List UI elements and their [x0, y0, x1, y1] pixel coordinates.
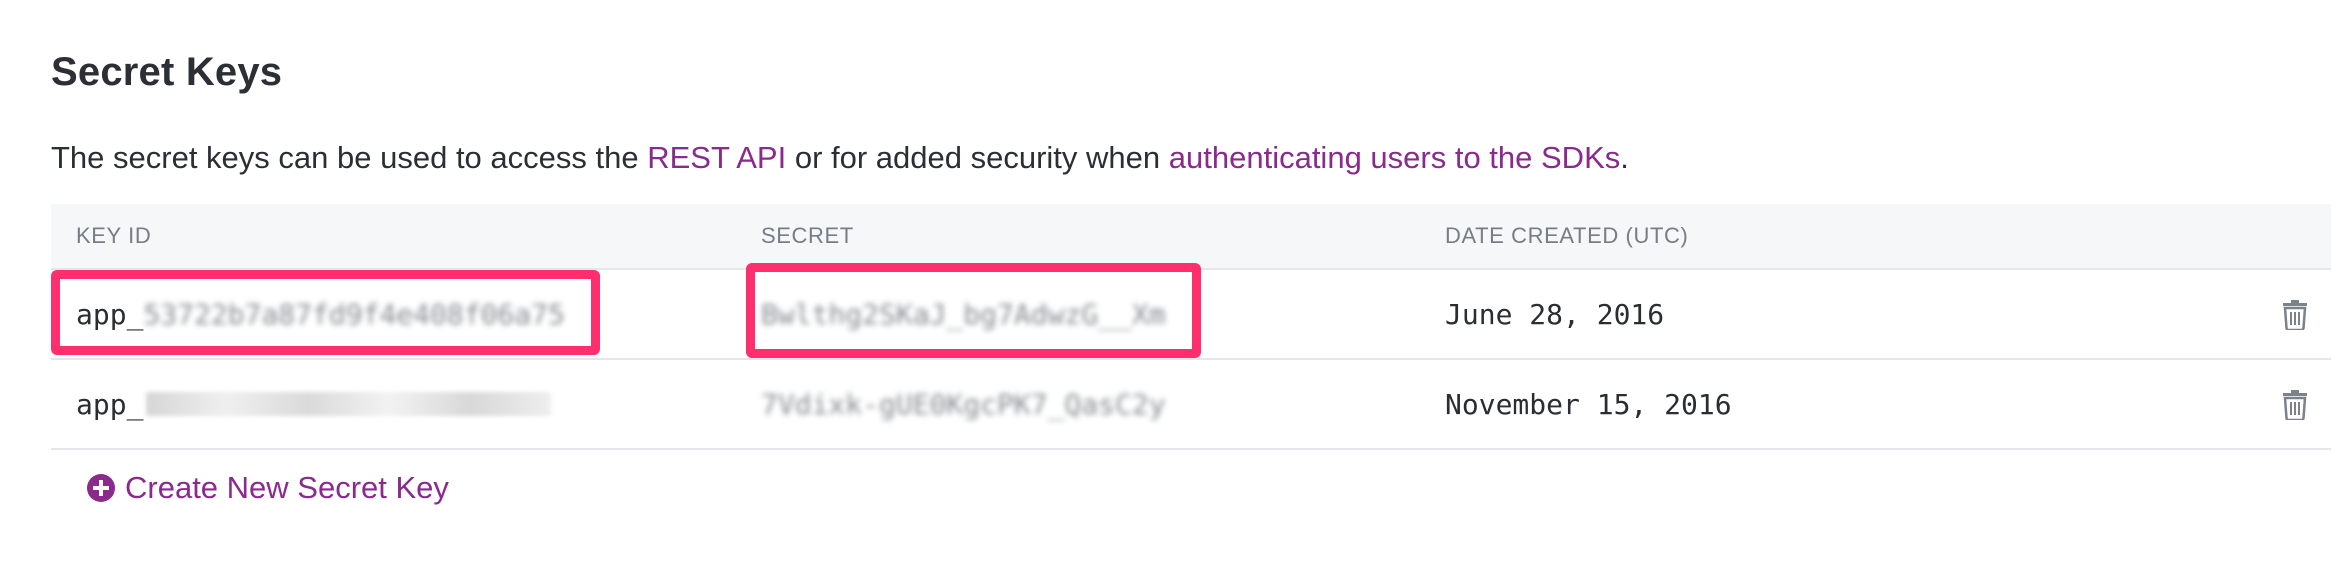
key-id-value: 53722b7a87fd9f4e408f06a75	[143, 297, 565, 331]
create-new-secret-key-label: Create New Secret Key	[125, 470, 449, 505]
secret-cell: Bwlthg2SKaJ_bg7AdwzG__Xm	[761, 270, 1166, 358]
header-secret: SECRET	[761, 223, 854, 248]
section-description: The secret keys can be used to access th…	[51, 140, 1629, 176]
trash-icon[interactable]	[2281, 388, 2309, 420]
trash-icon[interactable]	[2281, 298, 2309, 330]
key-id-prefix: app_	[76, 297, 144, 331]
table-row: app_ 53722b7a87fd9f4e408f06a75 Bwlthg2SKa…	[51, 270, 2331, 360]
description-text-middle: or for added security when	[786, 140, 1169, 175]
key-id-cell: app_	[76, 360, 552, 448]
date-created-cell: November 15, 2016	[1445, 387, 1732, 421]
secret-cell: 7Vdixk-gUE0KgcPK7_QasC2y	[761, 360, 1166, 448]
date-created-cell: June 28, 2016	[1445, 297, 1665, 331]
plus-circle-icon	[87, 474, 115, 502]
secret-keys-table: KEY ID SECRET DATE CREATED (UTC) app_ 537…	[51, 204, 2331, 450]
secret-value: Bwlthg2SKaJ_bg7AdwzG__Xm	[761, 297, 1166, 331]
secret-value: 7Vdixk-gUE0KgcPK7_QasC2y	[761, 387, 1166, 421]
table-header: KEY ID SECRET DATE CREATED (UTC)	[51, 204, 2331, 270]
rest-api-link[interactable]: REST API	[647, 140, 786, 175]
authenticating-users-link[interactable]: authenticating users to the SDKs	[1169, 140, 1620, 175]
description-text-after: .	[1620, 140, 1629, 175]
header-date-created: DATE CREATED (UTC)	[1445, 223, 1689, 248]
key-id-redacted	[146, 392, 552, 416]
page-title: Secret Keys	[51, 50, 283, 94]
key-id-cell: app_ 53722b7a87fd9f4e408f06a75	[76, 270, 565, 358]
table-row: app_ 7Vdixk-gUE0KgcPK7_QasC2y November 1…	[51, 360, 2331, 450]
description-text-before: The secret keys can be used to access th…	[51, 140, 648, 175]
header-key-id: KEY ID	[76, 223, 152, 248]
key-id-prefix: app_	[76, 387, 144, 421]
create-new-secret-key-button[interactable]: Create New Secret Key	[87, 470, 449, 506]
